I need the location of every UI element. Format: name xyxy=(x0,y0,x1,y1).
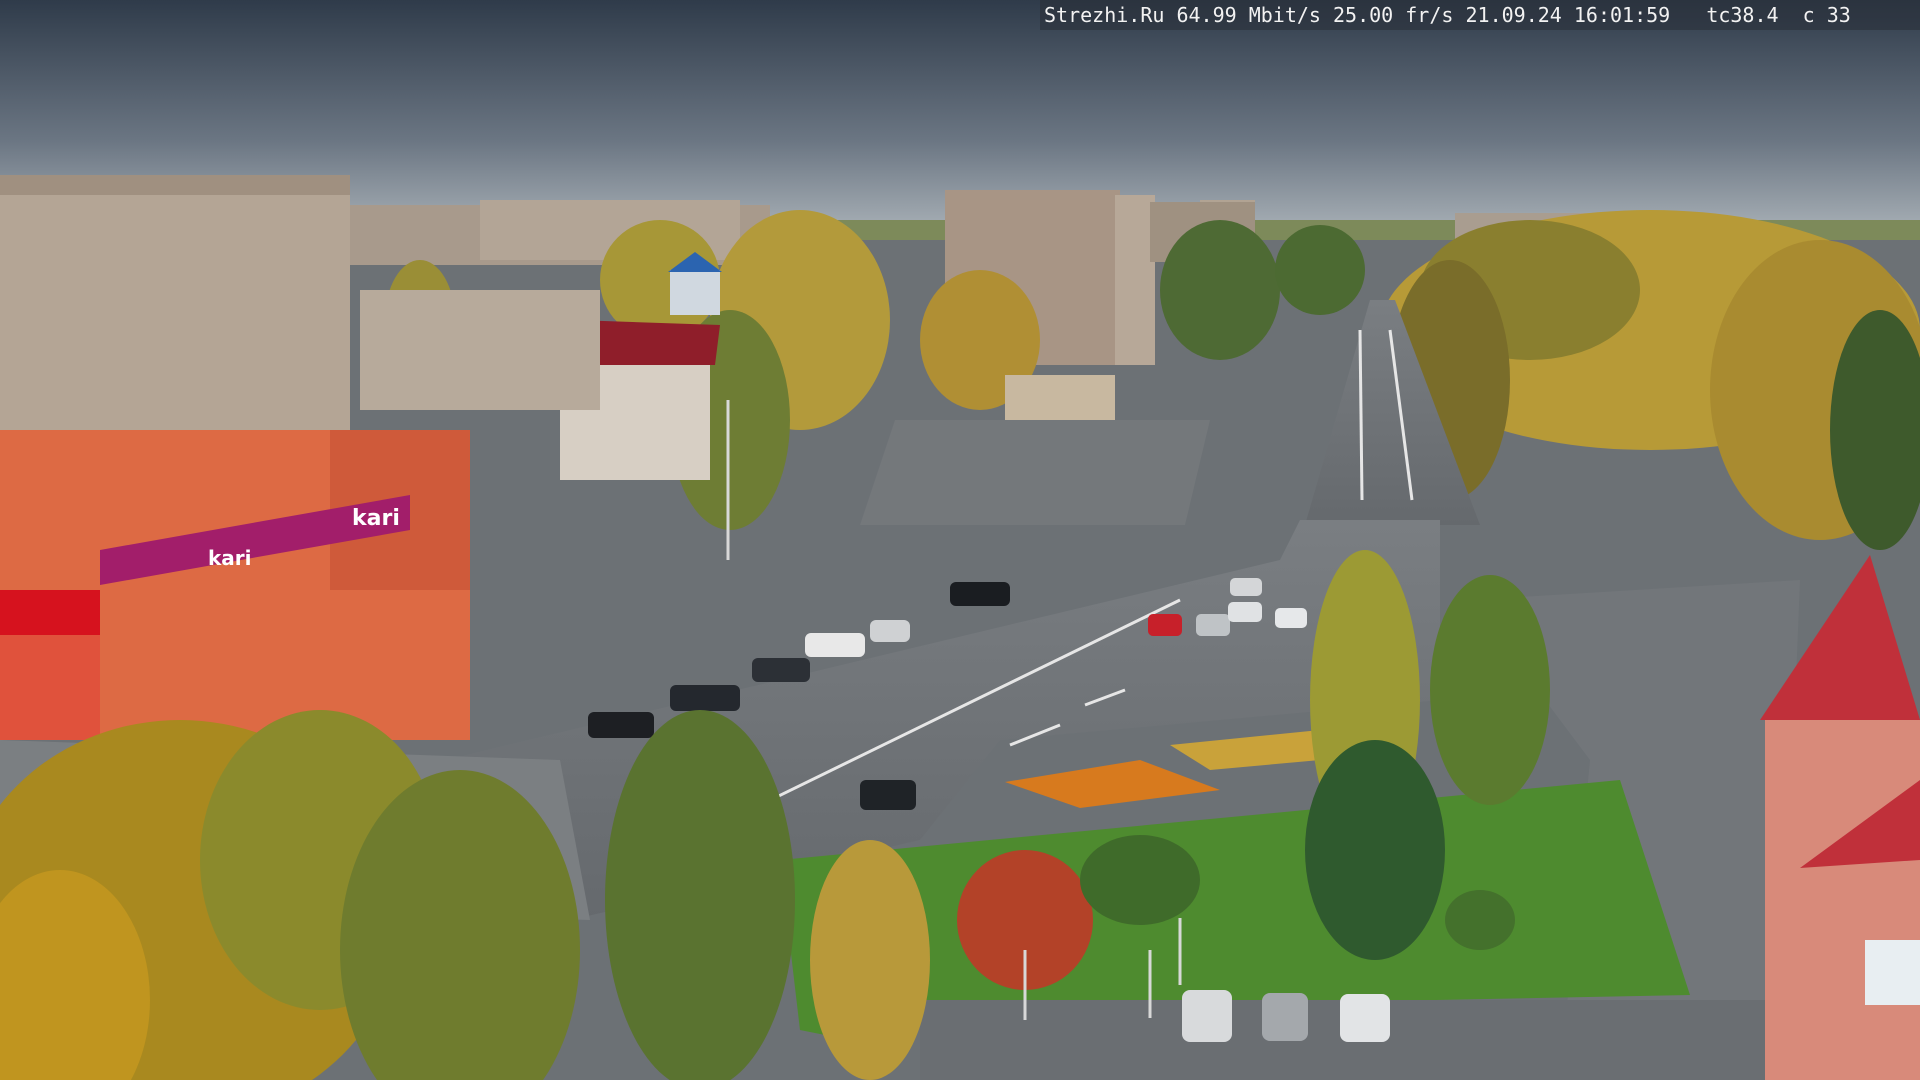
webcam-scene: kari kari xyxy=(0,0,1920,1080)
overlay-date: 21.09.24 xyxy=(1465,3,1562,27)
overlay-framerate: 25.00 fr/s xyxy=(1333,3,1454,27)
overlay-bitrate: 64.99 Mbit/s xyxy=(1176,3,1321,27)
store-banner-text: kari xyxy=(208,546,252,570)
store-logo-text: kari xyxy=(352,506,400,531)
overlay-tc: tc38.4 xyxy=(1706,3,1779,27)
overlay-site: Strezhi.Ru xyxy=(1044,3,1165,27)
parked-cars xyxy=(1182,990,1390,1042)
kari-store: kari kari xyxy=(0,430,470,740)
overlay-time: 16:01:59 xyxy=(1573,3,1671,27)
building-small xyxy=(1005,375,1115,420)
camera-info-overlay: Strezhi.Ru 64.99 Mbit/s 25.00 fr/s 21.09… xyxy=(1040,0,1920,30)
overlay-c: c 33 xyxy=(1802,3,1851,27)
plaza xyxy=(860,420,1210,525)
